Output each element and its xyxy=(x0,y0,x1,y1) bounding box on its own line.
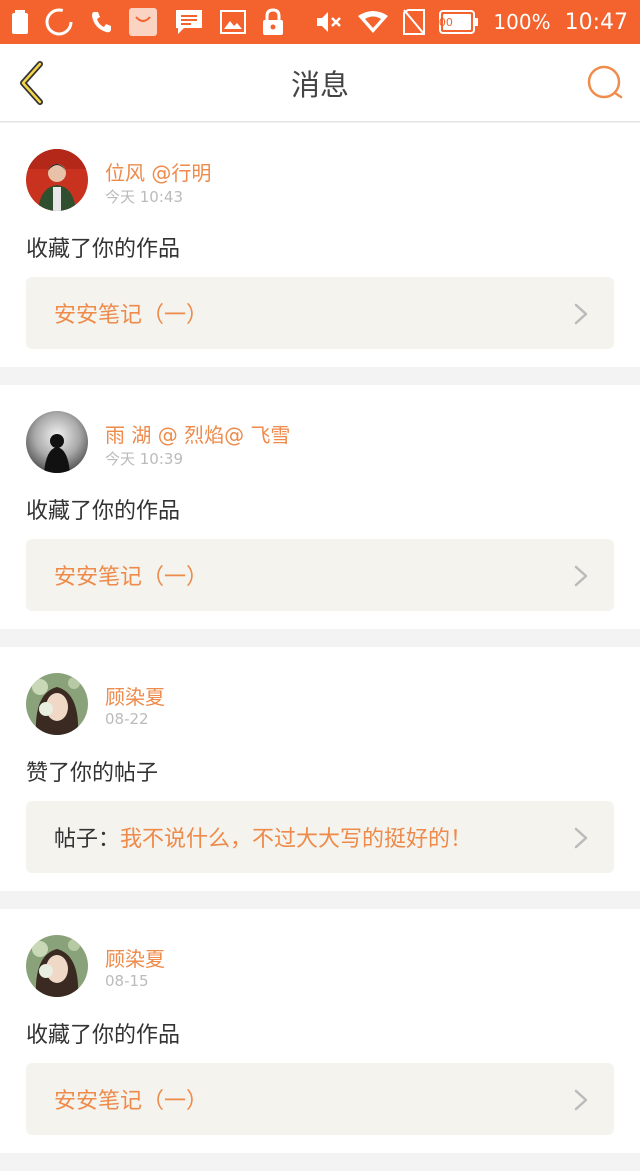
target-title: 安安笔记（一） xyxy=(54,1089,209,1114)
battery-level-text: 100 xyxy=(431,15,453,29)
battery-icon: 100 xyxy=(432,10,479,34)
chevron-left-icon xyxy=(20,61,43,105)
mute-icon xyxy=(315,10,343,34)
message-time: 今天 10:43 xyxy=(105,188,183,206)
status-bar: 100 100% 10:47 xyxy=(0,0,640,44)
clock: 10:47 xyxy=(564,9,628,35)
phone-icon xyxy=(90,10,112,34)
target-link[interactable]: 安安笔记（一） xyxy=(26,539,614,611)
message-list: 位风 @行明 今天 10:43 收藏了你的作品 安安笔记（一） 雨 湖 @ 烈焰… xyxy=(0,123,640,1171)
message-card: 顾染夏 08-22 赞了你的帖子 帖子： 我不说什么，不过大大写的挺好的！ xyxy=(0,647,640,891)
action-text: 收藏了你的作品 xyxy=(26,237,181,262)
target-link[interactable]: 安安笔记（一） xyxy=(26,277,614,349)
lock-icon xyxy=(262,8,284,36)
user-name[interactable]: 顾染夏 xyxy=(105,681,165,710)
message-card: 位风 @行明 今天 10:43 收藏了你的作品 安安笔记（一） xyxy=(0,123,640,367)
image-icon xyxy=(220,10,246,34)
chevron-right-icon xyxy=(574,827,588,849)
no-sim-icon xyxy=(403,9,426,35)
user-name[interactable]: 顾染夏 xyxy=(105,943,165,972)
target-link[interactable]: 安安笔记（一） xyxy=(26,1063,614,1135)
message-card: 顾染夏 08-15 收藏了你的作品 安安笔记（一） xyxy=(0,909,640,1153)
message-time: 今天 10:39 xyxy=(105,450,183,468)
wifi-icon xyxy=(357,10,389,34)
page-title: 消息 xyxy=(290,67,349,102)
battery-percent: 100% xyxy=(493,10,551,34)
shopping-bag-icon xyxy=(128,7,158,37)
message-time: 08-22 xyxy=(105,710,149,728)
chevron-right-icon xyxy=(574,1089,588,1111)
message-card: 雨 湖 @ 烈焰@ 飞雪 今天 10:39 收藏了你的作品 安安笔记（一） xyxy=(0,385,640,629)
message-time: 08-15 xyxy=(105,972,149,990)
search-icon xyxy=(587,65,623,99)
action-text: 收藏了你的作品 xyxy=(26,1023,181,1048)
target-label: 帖子： xyxy=(54,827,121,852)
battery-small-icon xyxy=(12,10,28,34)
target-title: 安安笔记（一） xyxy=(54,303,209,328)
action-text: 收藏了你的作品 xyxy=(26,499,181,524)
search-button[interactable] xyxy=(586,64,624,102)
chevron-right-icon xyxy=(574,303,588,325)
avatar[interactable] xyxy=(26,935,88,997)
avatar[interactable] xyxy=(26,149,88,211)
action-text: 赞了你的帖子 xyxy=(26,761,159,786)
avatar[interactable] xyxy=(26,411,88,473)
target-link[interactable]: 帖子： 我不说什么，不过大大写的挺好的！ xyxy=(26,801,614,873)
loading-icon xyxy=(44,7,74,37)
avatar[interactable] xyxy=(26,673,88,735)
user-name[interactable]: 位风 @行明 xyxy=(105,157,211,186)
chevron-right-icon xyxy=(574,565,588,587)
user-name[interactable]: 雨 湖 @ 烈焰@ 飞雪 xyxy=(105,419,290,448)
target-title: 我不说什么，不过大大写的挺好的！ xyxy=(120,827,473,852)
back-button[interactable] xyxy=(14,60,54,106)
target-title: 安安笔记（一） xyxy=(54,565,209,590)
message-icon xyxy=(174,8,204,36)
nav-bar: 消息 xyxy=(0,44,640,122)
